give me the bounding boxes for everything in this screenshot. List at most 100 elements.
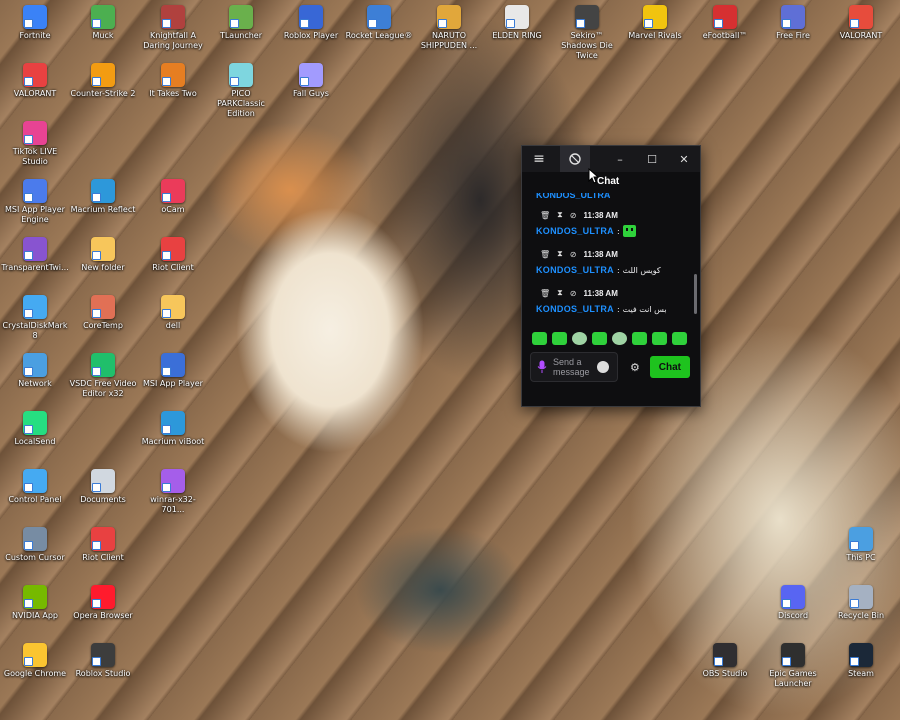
desktop-icon[interactable]: PICO PARKClassic Edition [207, 63, 275, 119]
desktop-icon[interactable]: Macrium Reflect [69, 179, 137, 215]
app-icon [849, 5, 873, 29]
desktop-icon[interactable]: It Takes Two [139, 63, 207, 99]
desktop-icon[interactable]: New folder [69, 237, 137, 273]
desktop-icon[interactable]: Free Fire [759, 5, 827, 41]
desktop-icon[interactable]: OBS Studio [691, 643, 759, 679]
close-button[interactable]: ✕ [668, 146, 700, 172]
desktop-icon[interactable]: Marvel Rivals [621, 5, 689, 41]
desktop-icon[interactable]: Riot Client [139, 237, 207, 273]
emote-icon[interactable] [632, 332, 647, 345]
desktop-icon-label: Sekiro™ Shadows Die Twice [561, 31, 613, 60]
desktop-icon[interactable]: Discord [759, 585, 827, 621]
desktop-icon-label: Epic Games Launcher [769, 669, 817, 688]
desktop-icon[interactable]: Fall Guys [277, 63, 345, 99]
desktop-icon-label: Custom Cursor [5, 553, 65, 562]
desktop-icon[interactable]: Macrium viBoot [139, 411, 207, 447]
desktop-icon[interactable]: NVIDIA App [1, 585, 69, 621]
emote-icon[interactable] [672, 332, 687, 345]
desktop-icon[interactable]: VALORANT [1, 63, 69, 99]
minimize-button[interactable]: – [604, 146, 636, 172]
desktop-icon[interactable]: eFootball™ [691, 5, 759, 41]
desktop-icon[interactable]: Epic Games Launcher [759, 643, 827, 689]
desktop-icon[interactable]: TransparentTwi... [1, 237, 69, 273]
app-icon [161, 5, 185, 29]
emote-icon[interactable] [592, 332, 607, 345]
message-list[interactable]: 🗑 ⧗ ⊘ 11:38 AM KONDOS_ULTRA : 🗑 ⧗ ⊘ 11:3… [522, 208, 696, 350]
desktop-icon-label: Counter-Strike 2 [70, 89, 136, 98]
desktop-icon[interactable]: ELDEN RING [483, 5, 551, 41]
emoji-icon[interactable] [597, 361, 609, 373]
desktop-icon[interactable]: Rocket League® [345, 5, 413, 41]
history-icon[interactable] [560, 146, 590, 172]
desktop-icon-label: CoreTemp [83, 321, 123, 330]
app-icon [23, 411, 47, 435]
desktop-icon[interactable]: Network [1, 353, 69, 389]
maximize-button[interactable]: ☐ [636, 146, 668, 172]
desktop-icon[interactable]: Steam [827, 643, 895, 679]
message-username[interactable]: KONDOS_ULTRA [536, 226, 614, 236]
delete-icon[interactable]: 🗑 [540, 289, 550, 298]
desktop-icon[interactable]: MSI App Player [139, 353, 207, 389]
desktop-icon-label: Steam [848, 669, 874, 678]
desktop-icon[interactable]: TLauncher [207, 5, 275, 41]
desktop-icon[interactable]: Roblox Player [277, 5, 345, 41]
desktop-icon[interactable]: Riot Client [69, 527, 137, 563]
desktop-icon[interactable]: CrystalDiskMark 8 [1, 295, 69, 341]
ban-icon[interactable]: ⊘ [570, 211, 577, 220]
ban-icon[interactable]: ⊘ [570, 250, 577, 259]
desktop-icon[interactable]: Muck [69, 5, 137, 41]
message-username[interactable]: KONDOS_ULTRA [536, 265, 614, 275]
emote-icon[interactable] [652, 332, 667, 345]
desktop-icon-label: Control Panel [8, 495, 62, 504]
cursor-icon [588, 168, 600, 184]
desktop-icon[interactable]: Roblox Studio [69, 643, 137, 679]
desktop-icon[interactable]: Custom Cursor [1, 527, 69, 563]
emote-icon[interactable] [572, 332, 587, 345]
delete-icon[interactable]: 🗑 [540, 211, 550, 220]
desktop-icon[interactable]: LocalSend [1, 411, 69, 447]
timeout-icon[interactable]: ⧗ [557, 210, 563, 220]
app-icon [229, 63, 253, 87]
ban-icon[interactable]: ⊘ [570, 289, 577, 298]
desktop-icon[interactable]: VSDC Free Video Editor x32 [69, 353, 137, 399]
chat-send-button[interactable]: Chat [649, 356, 690, 378]
desktop-icon[interactable]: MSI App Player Engine [1, 179, 69, 225]
desktop-icon[interactable]: Counter-Strike 2 [69, 63, 137, 99]
desktop-icon[interactable]: Recycle Bin [827, 585, 895, 621]
emote-icon[interactable] [612, 332, 627, 345]
desktop-icon-label: CrystalDiskMark 8 [2, 321, 68, 340]
desktop-icon[interactable]: oCam [139, 179, 207, 215]
message-username[interactable]: KONDOS_ULTRA [536, 304, 614, 314]
gear-icon[interactable]: ⚙ [630, 361, 640, 374]
desktop-icon[interactable]: TikTok LIVE Studio [1, 121, 69, 167]
desktop-icon-label: oCam [161, 205, 185, 214]
app-icon [161, 469, 185, 493]
desktop-icon[interactable]: Control Panel [1, 469, 69, 505]
desktop-icon-label: eFootball™ [702, 31, 748, 40]
menu-icon[interactable]: ≡ [526, 146, 552, 172]
desktop-icon[interactable]: NARUTO SHIPPUDEN ... [415, 5, 483, 51]
desktop-icon[interactable]: Google Chrome [1, 643, 69, 679]
desktop-icon[interactable]: winrar-x32-701... [139, 469, 207, 515]
emote-icon[interactable] [532, 332, 547, 345]
desktop-icon[interactable]: dell [139, 295, 207, 331]
desktop-icon[interactable]: VALORANT [827, 5, 895, 41]
scrollbar[interactable] [694, 274, 697, 314]
desktop-icon-label: Roblox Studio [75, 669, 131, 678]
desktop-icon[interactable]: CoreTemp [69, 295, 137, 331]
timeout-icon[interactable]: ⧗ [557, 249, 563, 259]
desktop-icon[interactable]: Opera Browser [69, 585, 137, 621]
delete-icon[interactable]: 🗑 [540, 250, 550, 259]
desktop-icon[interactable]: This PC [827, 527, 895, 563]
chat-input[interactable]: Send a message [530, 352, 618, 382]
timeout-icon[interactable]: ⧗ [557, 288, 563, 298]
message-separator: : [616, 265, 620, 275]
desktop-icon[interactable]: Documents [69, 469, 137, 505]
app-icon [849, 643, 873, 667]
desktop-icon[interactable]: Sekiro™ Shadows Die Twice [553, 5, 621, 61]
desktop-icon[interactable]: Fortnite [1, 5, 69, 41]
emote-icon[interactable] [552, 332, 567, 345]
desktop-icon[interactable]: Knightfall A Daring Journey [139, 5, 207, 51]
mic-icon[interactable] [537, 360, 547, 374]
desktop-icon-label: NVIDIA App [12, 611, 58, 620]
